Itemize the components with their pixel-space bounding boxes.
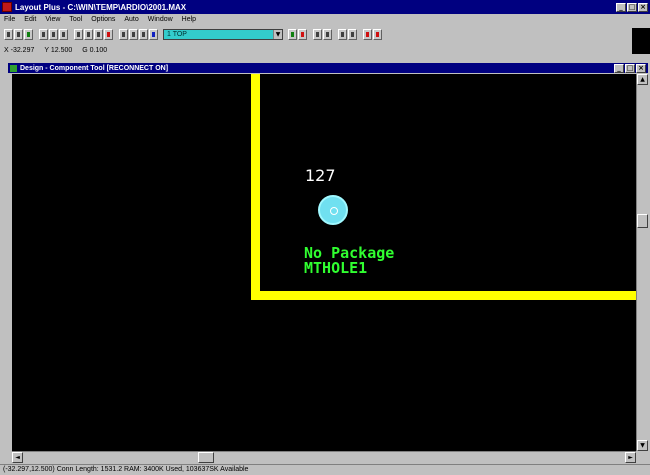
horizontal-scrollbar[interactable]: ◄ ► [12, 451, 636, 463]
layout-plus-window: Layout Plus - C:\WIN\TEMP\ARDIO\2001.MAX… [0, 0, 650, 475]
whats-this-icon[interactable] [373, 28, 382, 40]
x-coordinate: X -32.297 [4, 46, 35, 54]
density-icon[interactable] [348, 28, 357, 40]
chevron-down-icon[interactable]: ▼ [273, 29, 282, 39]
menu-edit[interactable]: Edit [24, 16, 36, 23]
menu-view[interactable]: View [45, 16, 60, 23]
menu-window[interactable]: Window [148, 16, 173, 23]
footprint-icon[interactable] [94, 28, 103, 40]
title-bar: Layout Plus - C:\WIN\TEMP\ARDIO\2001.MAX… [0, 0, 650, 14]
auto-route-icon[interactable] [288, 28, 297, 40]
pad-center [330, 207, 338, 215]
design-window-title-bar: Design - Component Tool [RECONNECT ON] _… [8, 63, 648, 73]
spreadsheet-icon[interactable] [59, 28, 68, 40]
open-icon[interactable] [4, 28, 13, 40]
design-icon [10, 64, 17, 72]
design-minimize-button[interactable]: _ [614, 63, 624, 73]
horizontal-scroll-thumb[interactable] [198, 452, 214, 463]
scroll-up-arrow[interactable]: ▲ [637, 74, 648, 85]
menu-help[interactable]: Help [182, 16, 196, 23]
connection-icon[interactable] [129, 28, 138, 40]
unroute-icon[interactable] [298, 28, 307, 40]
board-outline-vertical [251, 74, 260, 300]
refresh-icon[interactable] [323, 28, 332, 40]
app-icon [2, 2, 12, 12]
design-canvas[interactable]: 127 No Package MTHOLE1 [12, 74, 648, 451]
mounting-hole-pad[interactable] [318, 195, 348, 225]
maximize-button[interactable]: □ [627, 2, 637, 12]
help-icon[interactable] [363, 28, 372, 40]
close-button[interactable]: × [638, 2, 648, 12]
color-icon[interactable] [149, 28, 158, 40]
scroll-left-arrow[interactable]: ◄ [12, 452, 23, 463]
vertical-scroll-thumb[interactable] [637, 214, 648, 228]
layer-value: 1 TOP [164, 29, 273, 39]
window-title: Layout Plus - C:\WIN\TEMP\ARDIO\2001.MAX [15, 2, 187, 12]
preview-pane [632, 28, 650, 54]
drc-icon[interactable] [338, 28, 347, 40]
design-window-title: Design - Component Tool [RECONNECT ON] [20, 64, 169, 72]
package-label[interactable]: No Package MTHOLE1 [304, 246, 394, 276]
menu-options[interactable]: Options [91, 16, 115, 23]
layer-dropdown[interactable]: 1 TOP ▼ [163, 28, 283, 40]
print-icon[interactable] [24, 28, 33, 40]
menu-bar: File Edit View Tool Options Auto Window … [0, 14, 650, 25]
package-line-2: MTHOLE1 [304, 259, 368, 277]
vertical-scrollbar[interactable]: ▲ ▼ [636, 74, 648, 451]
scroll-down-arrow[interactable]: ▼ [637, 440, 648, 451]
y-coordinate: Y 12.500 [44, 46, 73, 54]
obstacle-icon[interactable] [104, 28, 113, 40]
reconnect-icon[interactable] [313, 28, 322, 40]
query-icon[interactable] [74, 28, 83, 40]
design-close-button[interactable]: × [636, 63, 646, 73]
toolbar: 1 TOP ▼ [4, 27, 383, 41]
pin-tool-icon[interactable] [84, 28, 93, 40]
status-bar: (-32.297,12.500) Conn Length: 1531.2 RAM… [0, 464, 650, 475]
error-icon[interactable] [139, 28, 148, 40]
menu-file[interactable]: File [4, 16, 15, 23]
board-outline-horizontal [251, 291, 648, 300]
save-icon[interactable] [14, 28, 23, 40]
design-maximize-button[interactable]: □ [625, 63, 635, 73]
coordinate-readout: X -32.297 Y 12.500 G 0.100 [4, 44, 117, 56]
reference-designator[interactable]: 127 [305, 166, 336, 185]
menu-auto[interactable]: Auto [124, 16, 138, 23]
library-icon[interactable] [39, 28, 48, 40]
grid-value: G 0.100 [82, 46, 108, 54]
scroll-right-arrow[interactable]: ► [625, 452, 636, 463]
menu-tool[interactable]: Tool [69, 16, 82, 23]
component-icon[interactable] [49, 28, 58, 40]
text-tool-icon[interactable] [119, 28, 128, 40]
minimize-button[interactable]: _ [616, 2, 626, 12]
